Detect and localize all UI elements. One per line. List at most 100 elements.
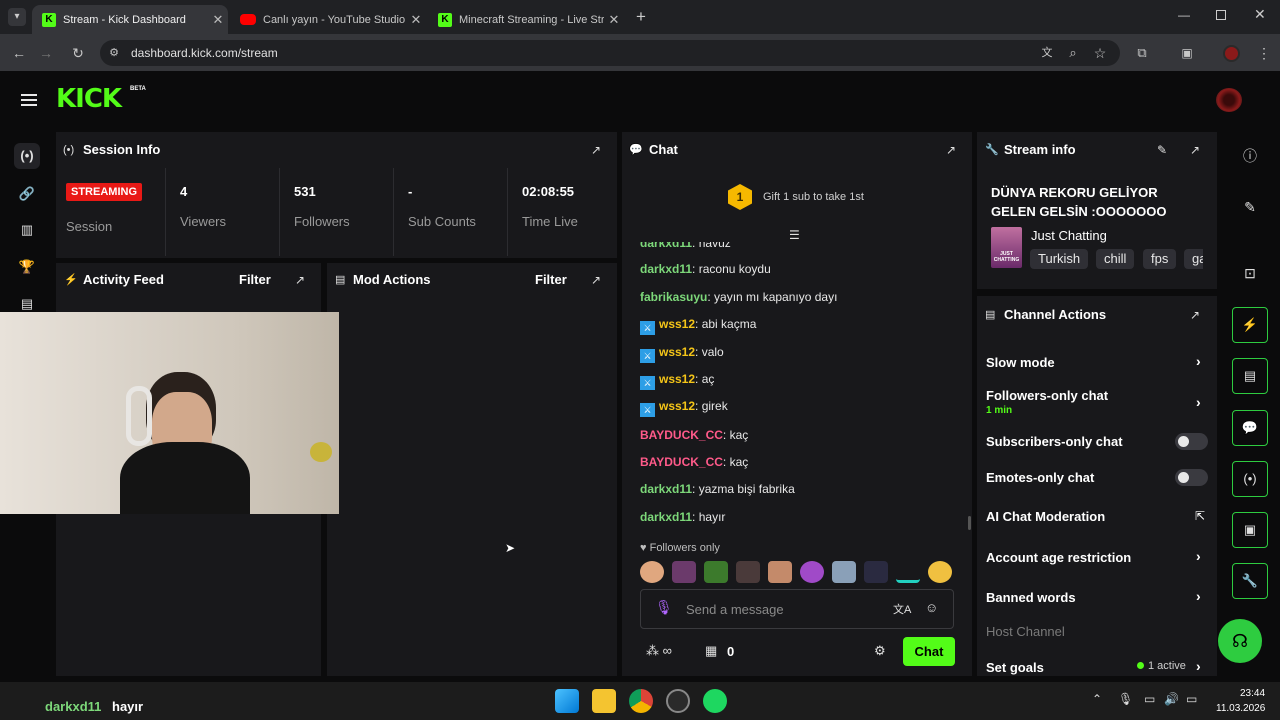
chat-popout-icon[interactable]: ↗ bbox=[944, 143, 958, 157]
activity-popout-icon[interactable]: ↗ bbox=[293, 273, 307, 287]
clock-date[interactable]: 11.03.2026 bbox=[1216, 703, 1265, 714]
spotify-icon[interactable] bbox=[703, 689, 727, 713]
close-window-icon[interactable]: ✕ bbox=[1254, 6, 1266, 23]
stream-nav-icon[interactable]: (•) bbox=[14, 143, 40, 169]
browser-tab-minecraft[interactable]: K Minecraft Streaming - Live Stre ✕ bbox=[428, 5, 624, 34]
emoji-icon[interactable]: ☺ bbox=[925, 600, 938, 615]
network-tray-icon[interactable]: ▭ bbox=[1144, 692, 1155, 706]
close-tab-icon[interactable]: ✕ bbox=[406, 12, 426, 28]
banned-words-option[interactable]: Banned words bbox=[986, 590, 1076, 605]
support-chat-button[interactable]: ☊ bbox=[1218, 619, 1262, 663]
clock-time[interactable]: 23:44 bbox=[1240, 688, 1265, 699]
close-tab-icon[interactable]: ✕ bbox=[208, 12, 228, 28]
emote[interactable] bbox=[864, 561, 888, 583]
stream-tag[interactable]: fps bbox=[1143, 249, 1177, 269]
media-icon[interactable]: ▣ bbox=[1177, 43, 1197, 63]
emote[interactable] bbox=[704, 561, 728, 583]
back-icon[interactable]: ← bbox=[9, 43, 29, 63]
restore-icon[interactable] bbox=[1216, 10, 1226, 20]
edit-icon[interactable]: ✎ bbox=[1240, 197, 1260, 217]
profile-avatar[interactable] bbox=[1223, 45, 1240, 62]
stream-tag[interactable]: Turkish bbox=[1030, 249, 1089, 269]
points-icon[interactable]: ⁂ ∞ bbox=[646, 643, 672, 659]
stream-tag[interactable]: ga bbox=[1184, 249, 1203, 269]
link-nav-icon[interactable]: 🔗 bbox=[14, 181, 40, 207]
account-age-option[interactable]: Account age restriction bbox=[986, 550, 1131, 565]
app-icon[interactable] bbox=[666, 689, 690, 713]
activity-rail-button[interactable]: ⚡ bbox=[1232, 307, 1268, 343]
emote[interactable] bbox=[800, 561, 824, 583]
trophy-nav-icon[interactable]: 🏆 bbox=[14, 254, 40, 280]
stream-tag[interactable]: chill bbox=[1096, 249, 1135, 269]
ai-chat-moderation-option[interactable]: AI Chat Moderation bbox=[986, 509, 1105, 524]
edit-stream-icon[interactable]: ✎ bbox=[1155, 143, 1169, 157]
emote[interactable] bbox=[672, 561, 696, 583]
host-channel-option[interactable]: Host Channel bbox=[986, 624, 1065, 639]
hamburger-menu-icon[interactable] bbox=[21, 91, 37, 109]
emote[interactable] bbox=[768, 561, 792, 583]
chat-rail-button[interactable]: 💬 bbox=[1232, 410, 1268, 446]
pinned-toggle-icon[interactable]: ☰ bbox=[789, 228, 800, 242]
battery-tray-icon[interactable]: ▭ bbox=[1186, 692, 1197, 706]
chevron-right-icon[interactable]: › bbox=[1196, 394, 1201, 410]
close-tab-icon[interactable]: ✕ bbox=[604, 12, 624, 28]
mod-actions-rail-button[interactable]: ▤ bbox=[1232, 358, 1268, 394]
minimize-icon[interactable]: — bbox=[1178, 8, 1190, 22]
chrome-icon[interactable] bbox=[629, 689, 653, 713]
browser-tab-youtube-studio[interactable]: Canlı yayın - YouTube Studio ✕ bbox=[230, 5, 426, 34]
file-explorer-icon[interactable] bbox=[592, 689, 616, 713]
reload-icon[interactable]: ↻ bbox=[68, 43, 88, 63]
stream-info-rail-button[interactable]: 🔧 bbox=[1232, 563, 1268, 599]
send-chat-button[interactable]: Chat bbox=[903, 637, 955, 666]
site-info-icon[interactable]: ⚙ bbox=[104, 43, 124, 63]
chevron-right-icon[interactable]: › bbox=[1196, 588, 1201, 604]
channel-actions-popout-icon[interactable]: ↗ bbox=[1188, 308, 1202, 322]
zoom-icon[interactable]: ⌕ bbox=[1063, 43, 1083, 63]
chevron-right-icon[interactable]: › bbox=[1196, 658, 1201, 674]
url-text[interactable]: dashboard.kick.com/stream bbox=[131, 46, 278, 60]
new-tab-icon[interactable]: + bbox=[632, 8, 650, 26]
user-avatar[interactable] bbox=[1216, 88, 1242, 112]
emote[interactable] bbox=[896, 561, 920, 583]
emote[interactable] bbox=[832, 561, 856, 583]
translate-icon[interactable]: 文A bbox=[893, 601, 911, 617]
video-rail-button[interactable]: ▣ bbox=[1232, 512, 1268, 548]
chat-message-input[interactable]: Send a message bbox=[686, 602, 784, 617]
volume-tray-icon[interactable]: 🔊 bbox=[1164, 692, 1179, 706]
followers-only-option[interactable]: Followers-only chat bbox=[986, 388, 1108, 403]
chat-settings-icon[interactable]: ⚙ bbox=[874, 643, 886, 659]
analytics-nav-icon[interactable]: ▥ bbox=[14, 217, 40, 243]
mod-filter-button[interactable]: Filter bbox=[535, 272, 567, 287]
bookmark-star-icon[interactable]: ☆ bbox=[1090, 43, 1110, 63]
info-icon[interactable]: ⓘ bbox=[1240, 146, 1260, 166]
emote[interactable] bbox=[736, 561, 760, 583]
extensions-icon[interactable]: ⧉ bbox=[1132, 43, 1152, 63]
gift-sub-banner[interactable]: Gift 1 sub to take 1st bbox=[763, 191, 864, 203]
session-rail-button[interactable]: (•) bbox=[1232, 461, 1268, 497]
forward-icon[interactable]: → bbox=[36, 43, 56, 63]
session-popout-icon[interactable]: ↗ bbox=[589, 143, 603, 157]
tab-search-button[interactable]: ▾ bbox=[8, 8, 26, 26]
microphone-icon[interactable]: 🎙 bbox=[655, 599, 673, 616]
activity-filter-button[interactable]: Filter bbox=[239, 272, 271, 287]
tray-chevron-icon[interactable]: ⌃ bbox=[1092, 692, 1102, 706]
slow-mode-option[interactable]: Slow mode bbox=[986, 355, 1055, 370]
kick-logo[interactable]: KICK bbox=[56, 84, 122, 114]
emotes-only-toggle[interactable] bbox=[1175, 469, 1208, 486]
set-goals-option[interactable]: Set goals bbox=[986, 660, 1044, 675]
browser-tab-kick-dashboard[interactable]: K Stream - Kick Dashboard ✕ bbox=[32, 5, 228, 34]
mod-popout-icon[interactable]: ↗ bbox=[589, 273, 603, 287]
mic-tray-icon[interactable]: 🎙 bbox=[1118, 692, 1133, 706]
chevron-right-icon[interactable]: › bbox=[1196, 548, 1201, 564]
windows-start-icon[interactable] bbox=[555, 689, 579, 713]
emote[interactable] bbox=[640, 561, 664, 583]
screenshot-icon[interactable]: ⊡ bbox=[1240, 263, 1260, 283]
chat-scrollbar[interactable] bbox=[968, 516, 971, 530]
chevron-right-icon[interactable]: › bbox=[1196, 353, 1201, 369]
store-icon[interactable]: ▦ bbox=[705, 643, 717, 659]
stream-info-popout-icon[interactable]: ↗ bbox=[1188, 143, 1202, 157]
subscribers-only-toggle[interactable] bbox=[1175, 433, 1208, 450]
external-link-icon[interactable]: ⇱ bbox=[1195, 509, 1205, 523]
browser-menu-icon[interactable]: ⋮ bbox=[1254, 43, 1274, 63]
translate-icon[interactable]: 文 bbox=[1037, 43, 1057, 63]
